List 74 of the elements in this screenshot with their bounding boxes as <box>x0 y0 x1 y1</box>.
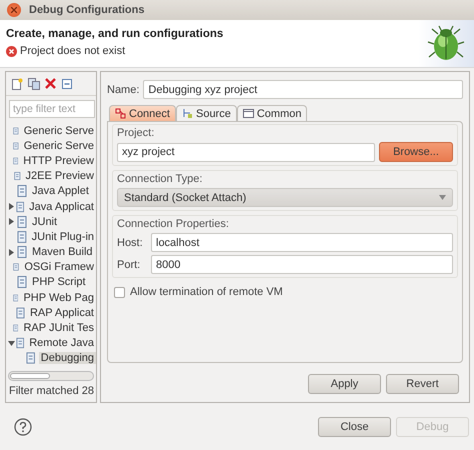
property-field[interactable]: localhost <box>151 233 453 252</box>
expand-arrow-icon[interactable] <box>8 218 15 226</box>
document-icon <box>16 230 27 243</box>
document-icon <box>14 170 21 182</box>
editor-button[interactable]: Apply <box>308 374 381 394</box>
document-icon <box>16 306 25 319</box>
tree-item[interactable]: Java Applet <box>30 185 91 198</box>
tree-item[interactable]: OSGi Framew <box>22 261 96 274</box>
document-icon <box>13 124 19 137</box>
plug-icon <box>115 108 126 119</box>
connection-type-dropdown[interactable]: Standard (Socket Attach) <box>117 188 453 207</box>
document-icon <box>16 200 24 213</box>
tree-item[interactable]: PHP Script <box>30 276 88 288</box>
group-label: Connection Type: <box>117 173 204 185</box>
error-icon <box>6 46 17 56</box>
duplicate-icon[interactable] <box>28 78 40 90</box>
delete-icon[interactable] <box>45 78 56 89</box>
dialog-heading: Create, manage, and run configurations <box>6 28 224 40</box>
checkbox[interactable] <box>114 286 125 298</box>
new-document-icon[interactable] <box>11 78 23 90</box>
document-icon <box>12 292 18 304</box>
editor-button[interactable]: Revert <box>386 374 459 394</box>
project-field[interactable]: xyz project <box>117 142 375 162</box>
tree-item[interactable]: Java Applicat <box>27 200 96 213</box>
document-icon <box>13 140 19 152</box>
tree-item[interactable]: RAP JUnit Tes <box>21 322 96 334</box>
tree-item[interactable]: RAP Applicat <box>28 306 96 319</box>
document-icon <box>13 261 20 274</box>
collapse-all-icon[interactable] <box>61 78 73 90</box>
tree-item[interactable]: Generic Serve <box>22 124 96 137</box>
tree-item[interactable]: Maven Build <box>30 246 95 258</box>
close-icon <box>11 7 17 13</box>
field-label: Port: <box>117 258 142 270</box>
tree-item[interactable]: JUnit <box>30 216 60 228</box>
filter-field[interactable]: type filter text <box>9 100 95 118</box>
tab[interactable]: Source <box>176 105 237 121</box>
tree-item[interactable]: PHP Web Pag <box>21 292 96 304</box>
name-label: Name: <box>107 84 140 96</box>
group-label: Connection Properties: <box>117 218 230 230</box>
close-button[interactable] <box>7 3 21 17</box>
caret-icon <box>439 195 446 200</box>
tab[interactable]: Connect <box>109 105 176 121</box>
property-field[interactable]: 8000 <box>151 255 453 274</box>
window-title: Debug Configurations <box>29 4 144 16</box>
source-tree-icon <box>182 108 193 119</box>
expand-arrow-icon[interactable] <box>8 340 15 347</box>
document-icon <box>17 216 27 228</box>
document-icon <box>26 352 36 364</box>
expand-arrow-icon[interactable] <box>8 248 15 256</box>
help-icon[interactable] <box>14 418 32 436</box>
dialog-button[interactable]: Close <box>318 416 391 436</box>
error-message: Project does not exist <box>20 45 126 57</box>
tree-item[interactable]: J2EE Preview <box>24 170 96 182</box>
tree-item[interactable]: JUnit Plug-in <box>30 230 96 243</box>
document-icon <box>12 154 18 167</box>
document-icon <box>16 337 24 350</box>
field-label: Host: <box>117 236 144 248</box>
name-field[interactable]: Debugging xyz project <box>143 80 463 99</box>
checkbox-label: Allow termination of remote VM <box>130 286 283 298</box>
filter-status: Filter matched 28 <box>8 384 95 399</box>
document-icon <box>17 276 27 288</box>
document-icon <box>12 322 18 334</box>
tree-item[interactable]: HTTP Preview <box>21 154 96 167</box>
browse-button[interactable]: Browse... <box>379 142 453 162</box>
window-icon <box>242 108 254 119</box>
tree-item[interactable]: Debugging <box>38 352 96 364</box>
expand-arrow-icon[interactable] <box>8 203 15 210</box>
document-icon <box>17 246 27 258</box>
horizontal-scrollbar[interactable] <box>8 371 94 381</box>
document-icon <box>17 185 27 198</box>
group-label: Project: <box>117 127 156 139</box>
tree-item[interactable]: Generic Serve <box>22 140 96 152</box>
tree-item[interactable]: Remote Java <box>27 337 96 350</box>
tab[interactable]: Common <box>236 105 308 121</box>
